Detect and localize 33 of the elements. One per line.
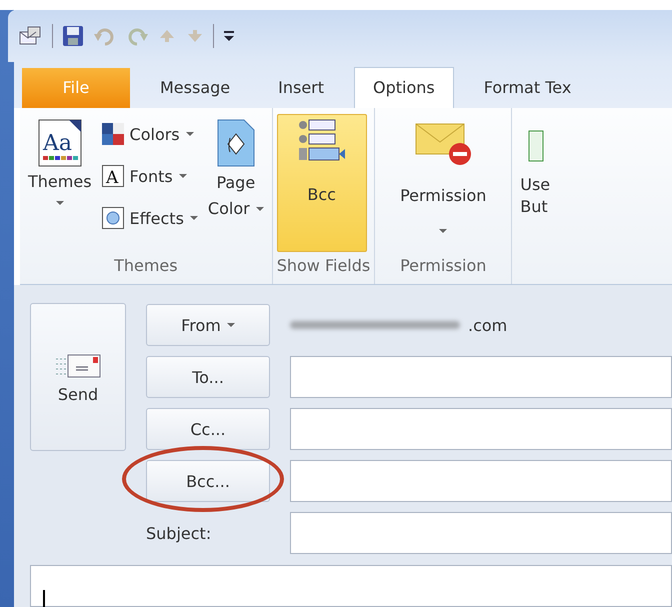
recipient-button[interactable]: Cc... [146, 408, 270, 450]
ribbon-menu-button[interactable]: A Fonts [102, 158, 198, 194]
text-cursor [43, 590, 45, 607]
ribbon-tab[interactable]: Message [142, 68, 248, 108]
subject-label: Subject: [146, 524, 212, 542]
ribbon-tab[interactable]: Format Tex [466, 68, 590, 108]
recipient-button[interactable]: Bcc... [146, 460, 270, 502]
save-icon[interactable] [61, 24, 85, 48]
group-label: Show Fields [276, 255, 370, 277]
group-label: Themes [113, 255, 179, 277]
message-body-field[interactable] [30, 565, 672, 607]
ribbon-menu-button[interactable]: Colors [102, 116, 198, 152]
input-field[interactable] [290, 356, 672, 398]
document-icon [528, 130, 544, 162]
bcc-toggle-button[interactable]: Bcc [276, 114, 367, 252]
font-icon: A [102, 165, 124, 187]
input-field[interactable] [290, 460, 672, 502]
input-field[interactable] [290, 512, 672, 554]
from-address: .com [468, 316, 508, 334]
ribbon-tab[interactable]: Insert [260, 68, 342, 108]
recipient-button[interactable]: To... [146, 356, 270, 398]
ribbon-button[interactable]: Use But [516, 114, 554, 284]
group-label: Permission [399, 255, 488, 277]
page-color-button[interactable]: Page Color [204, 114, 268, 252]
ribbon-tab[interactable]: Options [354, 67, 454, 108]
from-button[interactable]: From [146, 304, 270, 346]
permission-button[interactable]: Permission [379, 114, 508, 252]
themes-button[interactable]: Aa Themes [24, 114, 96, 252]
themes-icon: Aa [36, 118, 83, 168]
send-button[interactable]: Send [30, 303, 126, 451]
input-field[interactable] [290, 408, 672, 450]
color-squares-icon [102, 123, 124, 145]
ribbon-menu-button[interactable]: Effects [102, 200, 198, 236]
